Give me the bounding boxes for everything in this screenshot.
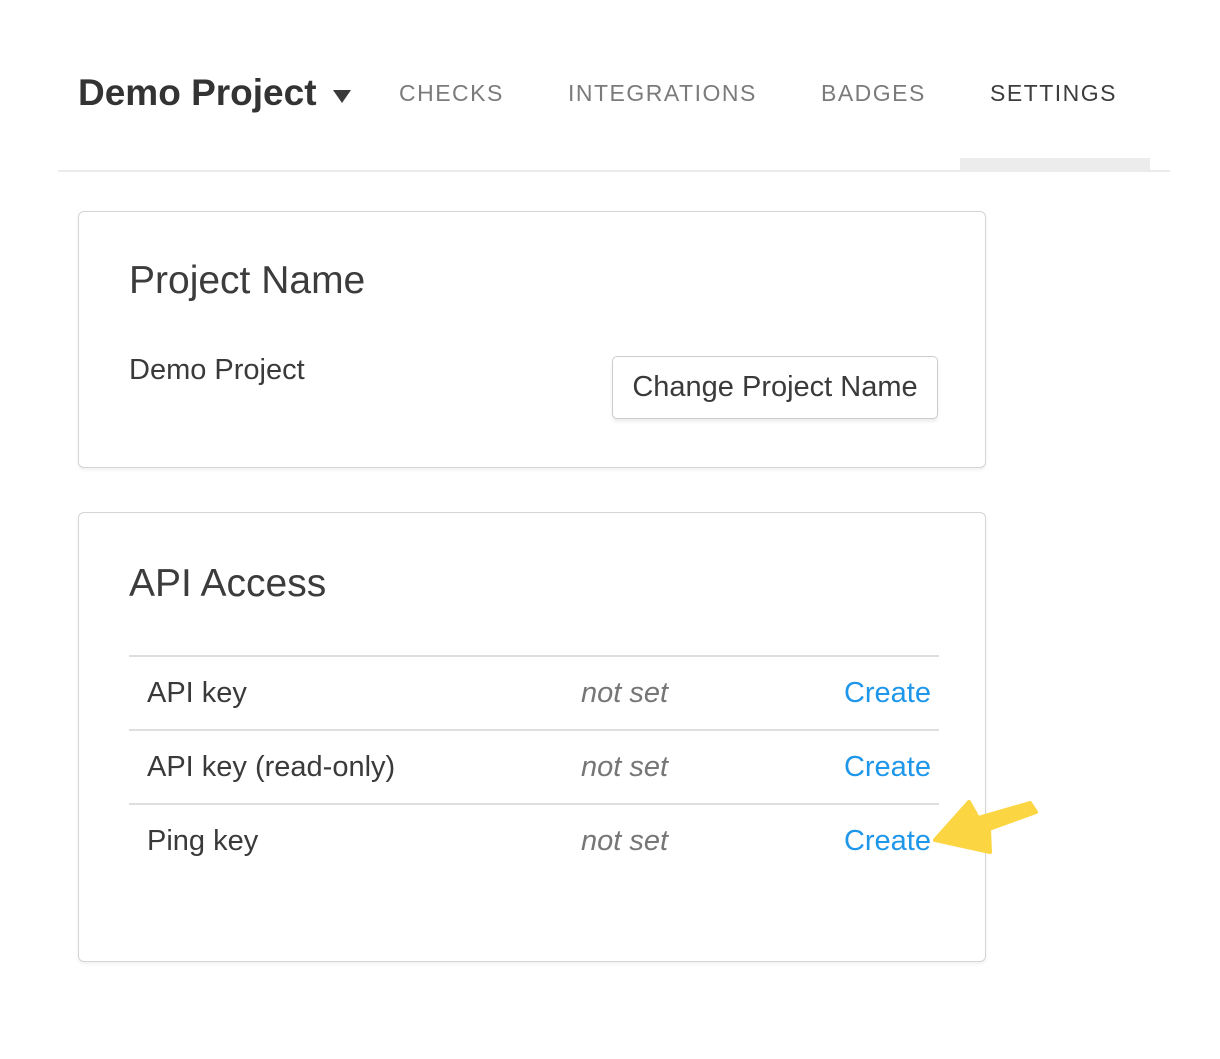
project-switcher[interactable]: Demo Project: [78, 72, 351, 115]
project-name-card-title: Project Name: [129, 259, 365, 303]
header-divider: [58, 170, 1170, 172]
project-name-card: Project Name Demo Project Change Project…: [78, 211, 986, 468]
api-key-value: not set: [581, 677, 668, 710]
chevron-down-icon: [333, 90, 351, 103]
tab-integrations[interactable]: INTEGRATIONS: [568, 80, 757, 107]
current-project-name: Demo Project: [129, 354, 305, 387]
create-api-key-readonly-link[interactable]: Create: [844, 751, 931, 784]
tab-settings[interactable]: SETTINGS: [990, 80, 1117, 107]
project-settings-page: Demo Project CHECKS INTEGRATIONS BADGES …: [0, 0, 1220, 1059]
api-key-row: API key not set Create: [129, 655, 939, 729]
project-title: Demo Project: [78, 72, 317, 115]
api-access-card: API Access API key not set Create API ke…: [78, 512, 986, 962]
api-key-readonly-row: API key (read-only) not set Create: [129, 729, 939, 803]
api-key-label: API key: [147, 677, 247, 710]
api-key-readonly-label: API key (read-only): [147, 751, 395, 784]
ping-key-row: Ping key not set Create: [129, 803, 939, 877]
api-key-readonly-value: not set: [581, 751, 668, 784]
ping-key-label: Ping key: [147, 825, 258, 858]
api-access-card-title: API Access: [129, 562, 326, 606]
create-api-key-link[interactable]: Create: [844, 677, 931, 710]
create-ping-key-link[interactable]: Create: [844, 825, 931, 858]
tab-badges[interactable]: BADGES: [821, 80, 926, 107]
tab-checks[interactable]: CHECKS: [399, 80, 504, 107]
active-tab-indicator: [960, 158, 1150, 170]
change-project-name-button[interactable]: Change Project Name: [612, 356, 938, 419]
ping-key-value: not set: [581, 825, 668, 858]
api-access-table: API key not set Create API key (read-onl…: [129, 655, 939, 877]
